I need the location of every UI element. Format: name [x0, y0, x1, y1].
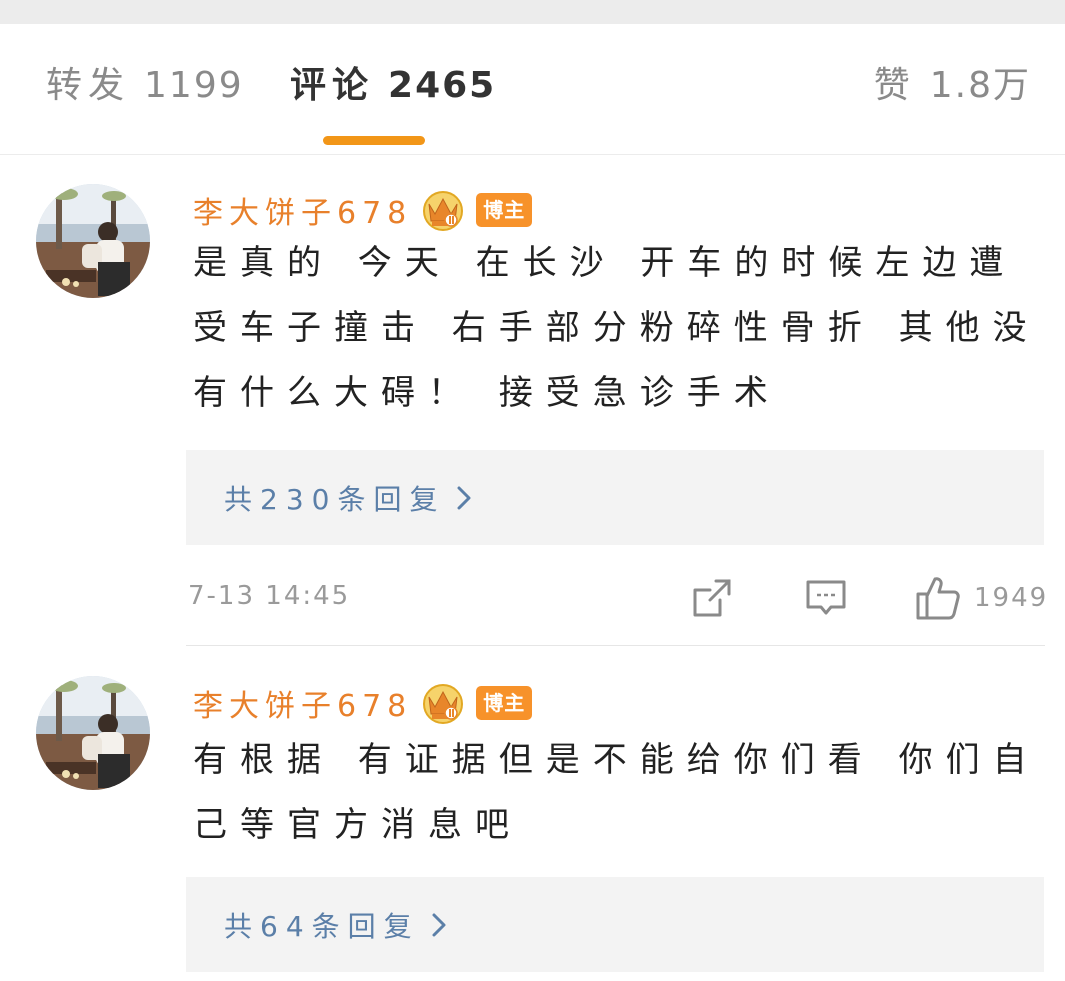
- tab-like-count: 1.8万: [929, 65, 1031, 106]
- comment-icon: [806, 580, 846, 615]
- comment-text: 有根据 有证据但是不能给你们看 你们自己等官方消息吧: [193, 740, 1040, 845]
- share-button[interactable]: [690, 573, 734, 623]
- crown-vip-icon: [423, 191, 464, 231]
- author-badge: 博主: [476, 686, 533, 720]
- username-row: 李大饼子678 博主: [193, 185, 533, 235]
- author-badge: 博主: [476, 193, 533, 227]
- view-replies-link[interactable]: 共64条回复: [224, 877, 448, 972]
- comment-actions: 7-13 14:45 1949: [186, 573, 1046, 623]
- tab-repost-label: 转发: [46, 65, 131, 106]
- comment-text: 是真的 今天 在长沙 开车的时候左边遭受车子撞击 右手部分粉碎性骨折 其他没有什…: [193, 243, 1040, 413]
- replies-count-label: 共64条回复: [224, 909, 420, 943]
- tab-repost[interactable]: 转发 1199: [46, 62, 244, 110]
- thumbs-up-icon: [916, 577, 960, 620]
- comment-item: 李大饼子678 博主 有根据 有证据但是不能给你们看 你们自己等官方消息吧 共6…: [0, 646, 1065, 981]
- share-icon: [693, 579, 731, 617]
- replies-preview[interactable]: 共64条回复: [186, 877, 1044, 972]
- username-link[interactable]: 李大饼子678: [193, 681, 412, 725]
- replies-count-label: 共230条回复: [224, 482, 446, 516]
- timestamp: 7-13 14:45: [188, 581, 351, 611]
- tab-like[interactable]: 赞 1.8万: [874, 62, 1031, 110]
- chevron-right-icon: [432, 913, 446, 936]
- avatar[interactable]: [36, 184, 150, 298]
- chevron-right-icon: [457, 486, 471, 509]
- active-tab-indicator: [323, 136, 425, 145]
- comment-item: 李大饼子678 博主 是真的 今天 在长沙 开车的时候左边遭受车子撞击 右手部分…: [0, 155, 1065, 645]
- like-count: 1949: [974, 583, 1049, 613]
- replies-preview[interactable]: 共230条回复: [186, 450, 1044, 545]
- tab-comment[interactable]: 评论 2465: [290, 62, 496, 110]
- tab-comment-label: 评论: [290, 65, 375, 106]
- avatar[interactable]: [36, 676, 150, 790]
- tab-comment-count: 2465: [388, 65, 497, 106]
- tab-bar: 转发 1199 评论 2465 赞 1.8万: [0, 24, 1065, 155]
- crown-vip-icon: [423, 684, 464, 724]
- status-strip: [0, 0, 1065, 24]
- reply-button[interactable]: [804, 573, 848, 623]
- username-row: 李大饼子678 博主: [193, 678, 533, 728]
- tab-like-label: 赞: [873, 65, 916, 106]
- like-button[interactable]: 1949: [914, 573, 1048, 623]
- username-link[interactable]: 李大饼子678: [193, 188, 412, 232]
- tab-repost-count: 1199: [144, 65, 244, 106]
- view-replies-link[interactable]: 共230条回复: [224, 450, 473, 545]
